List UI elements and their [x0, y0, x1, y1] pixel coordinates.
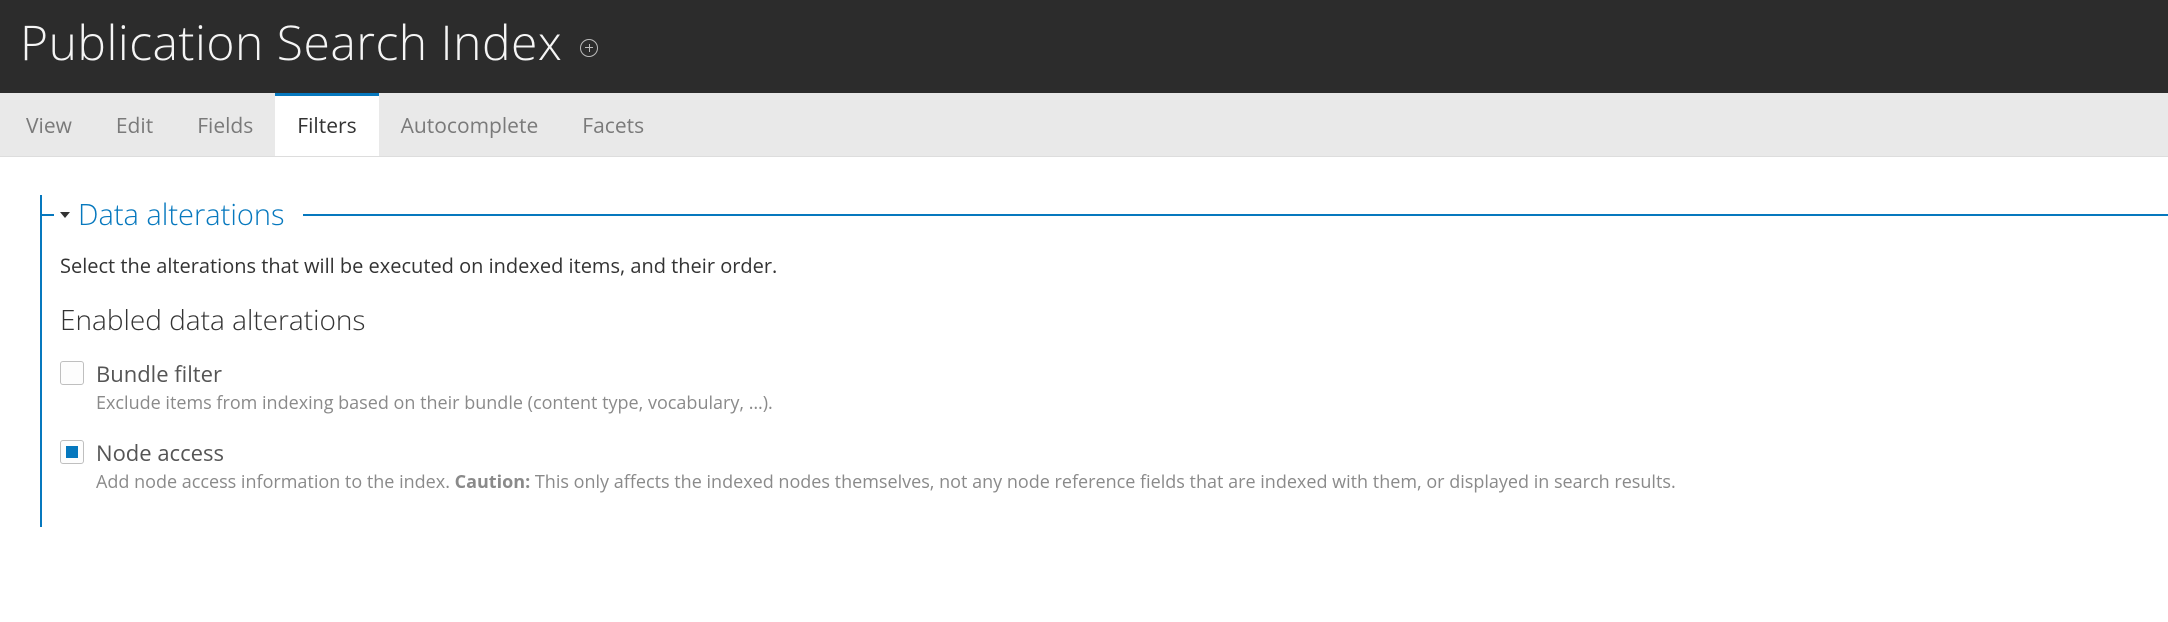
option-description: Exclude items from indexing based on the… [96, 391, 773, 416]
fieldset-legend-row[interactable]: Data alterations [42, 195, 2168, 234]
legend-line [303, 214, 2168, 216]
checkbox-node-access[interactable] [60, 440, 84, 464]
option-description: Add node access information to the index… [96, 470, 1676, 495]
checkbox-bundle-filter[interactable] [60, 361, 84, 385]
fieldset-legend: Data alterations [78, 195, 285, 234]
option-desc-suffix: This only affects the indexed nodes them… [530, 470, 1675, 494]
fieldset-description: Select the alterations that will be exec… [60, 252, 2168, 279]
option-desc-prefix: Add node access information to the index… [96, 470, 455, 494]
option-node-access: Node access Add node access information … [60, 438, 2168, 495]
collapse-arrow-icon [60, 212, 70, 218]
tab-label: Facets [582, 112, 644, 140]
primary-tabs: View Edit Fields Filters Autocomplete Fa… [0, 93, 2168, 157]
section-title: Enabled data alterations [60, 301, 2168, 339]
option-desc-strong: Caution: [455, 470, 531, 494]
option-body: Bundle filter Exclude items from indexin… [96, 359, 773, 416]
tab-edit[interactable]: Edit [94, 93, 175, 156]
content-region: Data alterations Select the alterations … [0, 157, 2168, 527]
tab-label: Edit [116, 112, 153, 140]
tab-fields[interactable]: Fields [175, 93, 275, 156]
legend-corner [42, 214, 54, 216]
tab-label: Filters [297, 112, 356, 140]
option-body: Node access Add node access information … [96, 438, 1676, 495]
tab-view[interactable]: View [4, 93, 94, 156]
page-title: Publication Search Index [20, 10, 562, 75]
tab-filters[interactable]: Filters [275, 93, 378, 156]
option-bundle-filter: Bundle filter Exclude items from indexin… [60, 359, 2168, 416]
option-label[interactable]: Node access [96, 438, 1676, 468]
option-label[interactable]: Bundle filter [96, 359, 773, 389]
tab-autocomplete[interactable]: Autocomplete [379, 93, 561, 156]
add-circle-icon[interactable] [580, 39, 598, 57]
tab-facets[interactable]: Facets [560, 93, 666, 156]
tab-label: View [26, 112, 72, 140]
tab-label: Autocomplete [401, 112, 539, 140]
page-header: Publication Search Index [0, 0, 2168, 93]
fieldset-data-alterations: Data alterations Select the alterations … [40, 195, 2168, 527]
tab-label: Fields [197, 112, 253, 140]
